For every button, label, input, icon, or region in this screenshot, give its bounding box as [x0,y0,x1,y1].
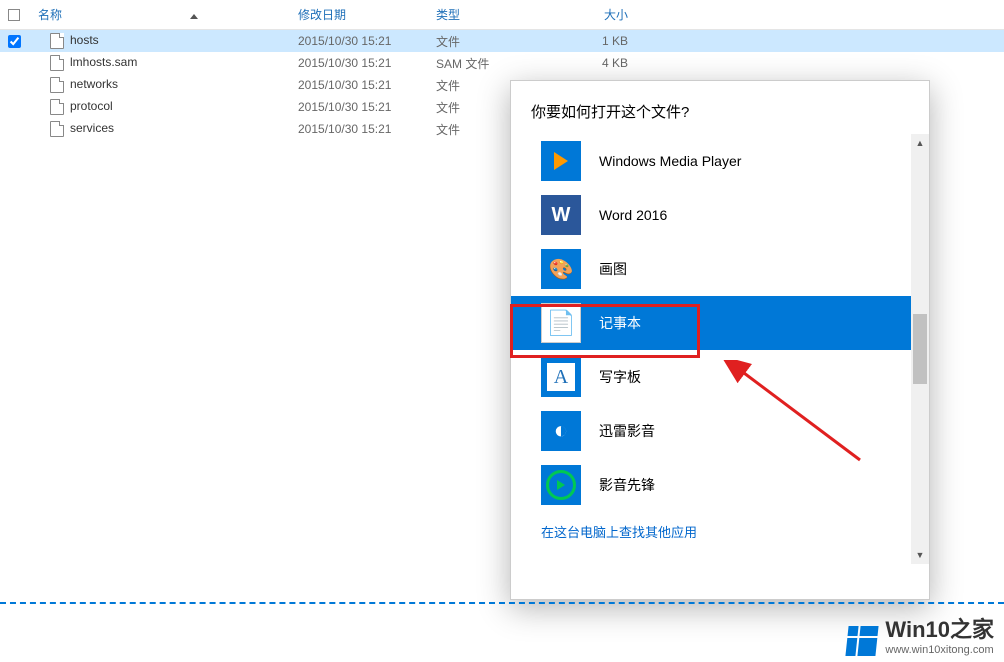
file-icon [50,77,64,93]
file-row[interactable]: lmhosts.sam 2015/10/30 15:21 SAM 文件 4 KB [0,52,1004,74]
select-all-checkbox[interactable] [8,9,20,21]
file-icon [50,121,64,137]
column-header-size[interactable]: 大小 [528,6,638,23]
open-with-dialog: 你要如何打开这个文件? Windows Media Player W Word … [510,80,930,600]
scrollbar-track[interactable]: ▲ ▼ [911,134,929,564]
app-item[interactable]: 写字板 [511,350,929,404]
file-date: 2015/10/30 15:21 [298,56,428,70]
file-date: 2015/10/30 15:21 [298,34,428,48]
watermark: Win10之家 www.win10xitong.com [847,612,994,656]
app-list: Windows Media Player W Word 2016 画图 记事本 … [511,134,929,564]
app-item[interactable]: 记事本 [511,296,929,350]
app-item[interactable]: 影音先锋 [511,458,929,512]
column-header-date[interactable]: 修改日期 [298,6,428,23]
file-row[interactable]: hosts 2015/10/30 15:21 文件 1 KB [0,30,1004,52]
file-name: services [70,121,114,135]
file-type: SAM 文件 [428,55,528,72]
paint-icon [541,249,581,289]
file-size: 4 KB [528,56,638,70]
app-label: Windows Media Player [599,153,741,169]
app-item[interactable]: W Word 2016 [511,188,929,242]
app-label: 影音先锋 [599,475,655,495]
column-header-type[interactable]: 类型 [428,6,528,23]
player-icon [541,465,581,505]
watermark-url: www.win10xitong.com [885,644,994,656]
file-name: lmhosts.sam [70,55,137,69]
scrollbar-thumb[interactable] [913,314,927,384]
scroll-up-arrow[interactable]: ▲ [911,134,929,152]
app-label: 迅雷影音 [599,421,655,441]
wordpad-icon [541,357,581,397]
app-item[interactable]: Windows Media Player [511,134,929,188]
file-name: networks [70,77,118,91]
watermark-title: Win10之家 [885,612,994,644]
dialog-title: 你要如何打开这个文件? [511,101,929,134]
app-label: 写字板 [599,367,641,387]
app-label: 画图 [599,259,627,279]
find-other-apps-link[interactable]: 在这台电脑上查找其他应用 [511,512,929,551]
file-icon [50,33,64,49]
app-item[interactable]: 画图 [511,242,929,296]
app-label: 记事本 [599,313,641,333]
word-icon: W [541,195,581,235]
file-icon [50,99,64,115]
file-date: 2015/10/30 15:21 [298,100,428,114]
app-item[interactable]: 迅雷影音 [511,404,929,458]
windows-logo-icon [846,626,879,656]
thunder-icon [541,411,581,451]
decorative-divider [0,602,1004,604]
notepad-icon [541,303,581,343]
scroll-down-arrow[interactable]: ▼ [911,546,929,564]
file-checkbox[interactable] [8,35,21,48]
file-icon [50,55,64,71]
file-date: 2015/10/30 15:21 [298,122,428,136]
wmp-icon [541,141,581,181]
app-label: Word 2016 [599,207,667,223]
column-header-name[interactable]: 名称 [28,6,298,23]
file-date: 2015/10/30 15:21 [298,78,428,92]
column-header-row: 名称 修改日期 类型 大小 [0,0,1004,30]
file-type: 文件 [428,33,528,50]
file-size: 1 KB [528,34,638,48]
file-name: hosts [70,33,99,47]
file-name: protocol [70,99,113,113]
